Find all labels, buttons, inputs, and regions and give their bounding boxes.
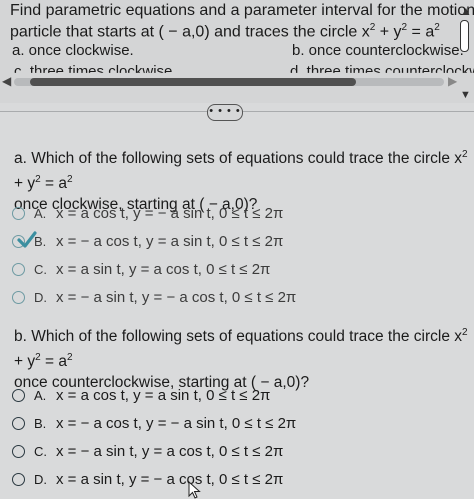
checkmark-icon	[17, 231, 37, 248]
choice-letter: C.	[34, 443, 47, 459]
question-text-line2: particle that starts at ( − a,0) and tra…	[10, 22, 440, 41]
radio-button[interactable]	[12, 444, 25, 458]
exponent: 2	[66, 352, 73, 364]
choice-letter: A.	[34, 387, 47, 403]
choice-letter: D.	[34, 289, 47, 305]
radio-button[interactable]	[12, 262, 25, 276]
scroll-down-arrow-icon[interactable]: ▼	[460, 89, 471, 101]
question-b-text: = a	[40, 353, 67, 371]
question-b-choice-d[interactable]: D. x = a sin t, y = − a cos t, 0 ≤ t ≤ 2…	[12, 469, 283, 489]
question-b-text: b. Which of the following sets of equati…	[14, 328, 463, 346]
choice-equation: x = − a cos t, y = a sin t, 0 ≤ t ≤ 2π	[56, 232, 284, 250]
question-a-choice-b[interactable]: B. x = − a cos t, y = a sin t, 0 ≤ t ≤ 2…	[12, 231, 283, 251]
choice-letter: B.	[34, 415, 47, 431]
horizontal-scrollbar-thumb[interactable]	[30, 78, 356, 86]
q-line2-text: + y	[375, 23, 402, 41]
scroll-left-arrow-icon[interactable]: ◀	[2, 74, 11, 88]
question-b-text: + y	[14, 353, 36, 371]
choice-equation: x = − a cos t, y = − a sin t, 0 ≤ t ≤ 2π	[56, 414, 297, 432]
choice-letter: C.	[34, 261, 47, 277]
question-a-choice-a[interactable]: A. x = a cos t, y = − a sin t, 0 ≤ t ≤ 2…	[12, 203, 283, 223]
header-option-a: a. once clockwise.	[12, 42, 134, 59]
choice-equation: x = a sin t, y = − a cos t, 0 ≤ t ≤ 2π	[56, 470, 284, 488]
question-a-text: + y	[14, 175, 36, 193]
q-line2-text: particle that starts at ( − a,0) and tra…	[10, 23, 370, 41]
q-line2-text: = a	[407, 23, 435, 41]
question-b-prompt: b. Which of the following sets of equati…	[14, 322, 469, 393]
choice-equation: x = − a sin t, y = − a cos t, 0 ≤ t ≤ 2π	[56, 288, 297, 306]
choice-equation: x = a cos t, y = − a sin t, 0 ≤ t ≤ 2π	[56, 204, 284, 222]
mouse-pointer-icon	[188, 481, 201, 499]
scroll-up-arrow-icon[interactable]: ▲	[460, 4, 472, 18]
question-a-text: a. Which of the following sets of equati…	[14, 150, 463, 168]
radio-button[interactable]	[12, 290, 25, 304]
choice-letter: A.	[34, 205, 47, 221]
radio-button[interactable]	[12, 416, 25, 430]
question-text-line1: Find parametric equations and a paramete…	[10, 2, 474, 19]
choice-equation: x = − a sin t, y = a cos t, 0 ≤ t ≤ 2π	[56, 442, 284, 460]
choice-equation: x = a cos t, y = a sin t, 0 ≤ t ≤ 2π	[56, 386, 271, 404]
scroll-right-arrow-icon[interactable]: ▶	[448, 74, 457, 88]
choice-letter: D.	[34, 471, 47, 487]
question-b-choice-b[interactable]: B. x = − a cos t, y = − a sin t, 0 ≤ t ≤…	[12, 413, 296, 433]
question-a-choice-d[interactable]: D. x = − a sin t, y = − a cos t, 0 ≤ t ≤…	[12, 287, 296, 307]
question-b-choice-c[interactable]: C. x = − a sin t, y = a cos t, 0 ≤ t ≤ 2…	[12, 441, 283, 461]
question-b-line1: b. Which of the following sets of equati…	[14, 322, 469, 372]
radio-button[interactable]	[12, 206, 25, 220]
radio-button[interactable]	[12, 472, 25, 486]
question-b-choice-a[interactable]: A. x = a cos t, y = a sin t, 0 ≤ t ≤ 2π	[12, 385, 270, 405]
header-option-b: b. once counterclockwise.	[292, 42, 464, 59]
exponent: 2	[66, 174, 73, 186]
choice-letter: B.	[34, 233, 47, 249]
choice-equation: x = a sin t, y = a cos t, 0 ≤ t ≤ 2π	[56, 260, 271, 278]
exponent: 2	[462, 327, 468, 338]
exponent: 2	[462, 149, 468, 160]
question-a-line1: a. Which of the following sets of equati…	[14, 144, 469, 194]
question-a-text: = a	[40, 175, 67, 193]
question-header-pane: Find parametric equations and a paramete…	[0, 0, 474, 103]
expand-more-button[interactable]: • • • •	[207, 104, 243, 121]
exponent: 2	[434, 22, 440, 33]
radio-button[interactable]	[12, 388, 25, 402]
question-a-choice-c[interactable]: C. x = a sin t, y = a cos t, 0 ≤ t ≤ 2π	[12, 259, 270, 279]
vertical-scrollbar-thumb[interactable]	[460, 20, 469, 52]
